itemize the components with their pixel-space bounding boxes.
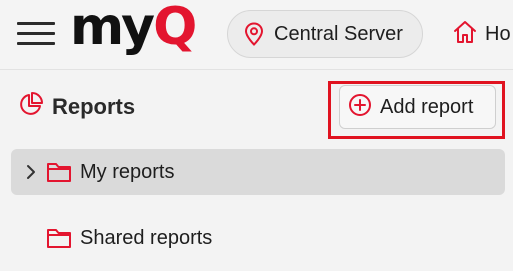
logo-text-q: Q (153, 0, 197, 57)
folder-icon (45, 160, 73, 184)
tree-item-shared-reports[interactable]: Shared reports (11, 215, 505, 261)
reports-panel: Reports Add report My reports Shared rep… (0, 71, 513, 271)
logo-text-my: my (70, 0, 155, 57)
tree-item-my-reports[interactable]: My reports (11, 149, 505, 195)
home-label: Ho (485, 22, 511, 45)
server-selector-button[interactable]: Central Server (227, 10, 423, 58)
server-label: Central Server (274, 22, 403, 45)
hamburger-menu-icon[interactable] (17, 22, 55, 46)
tree-item-label: My reports (80, 160, 175, 183)
chevron-right-icon[interactable] (17, 164, 45, 180)
map-pin-icon (244, 22, 264, 46)
home-icon (452, 19, 478, 50)
home-link[interactable]: Ho (452, 18, 511, 50)
top-bar: my Q Central Server Ho (0, 0, 513, 70)
reports-header: Reports (18, 91, 135, 122)
plus-circle-icon (348, 93, 372, 122)
myq-logo[interactable]: my Q (70, 0, 197, 59)
add-report-button[interactable]: Add report (339, 85, 496, 129)
pie-chart-icon (18, 91, 44, 122)
reports-title: Reports (52, 93, 136, 119)
folder-icon (45, 226, 73, 250)
tree-item-label: Shared reports (80, 226, 213, 249)
add-report-label: Add report (380, 95, 474, 118)
